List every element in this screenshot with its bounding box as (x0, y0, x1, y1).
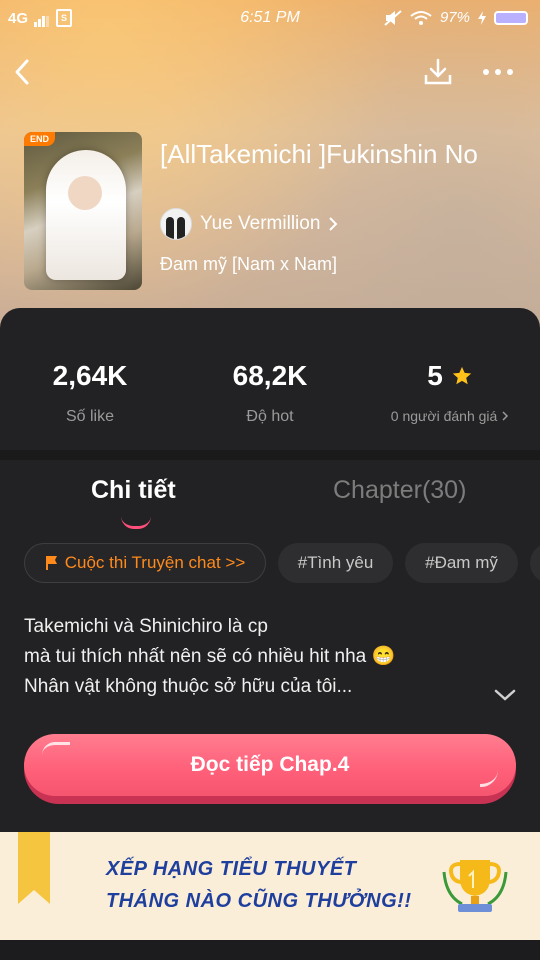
bottom-strip (0, 940, 540, 960)
status-bar: 4G S 6:51 PM 97% (0, 0, 540, 36)
chevron-right-icon (329, 217, 338, 231)
tag-chip-more[interactable] (530, 543, 540, 583)
tag-chip-love[interactable]: #Tình yêu (278, 543, 393, 583)
stat-hot-value: 68,2K (232, 360, 308, 391)
stat-likes-label: Số like (65, 408, 115, 425)
end-badge: END (24, 132, 56, 146)
chevron-down-icon (494, 689, 516, 701)
stat-rating-label-row: 0 người đánh giá (360, 408, 540, 424)
battery-percent: 97% (439, 9, 470, 26)
back-button[interactable] (2, 52, 42, 92)
battery-icon (494, 10, 528, 25)
mute-icon (384, 9, 402, 26)
trophy-icon (442, 860, 508, 912)
continue-reading-button[interactable]: Đọc tiếp Chap.4 (24, 734, 516, 804)
stat-rating-value-row: 5 (360, 360, 540, 392)
description-line: mà tui thích nhất nên sẽ có nhiều hit nh… (24, 646, 396, 667)
bookmark-ribbon-icon (18, 832, 50, 904)
book-genre: Đam mỹ [Nam x Nam] (160, 254, 338, 274)
download-button[interactable] (418, 52, 458, 92)
description-line: Nhân vật không thuộc sở hữu của tôi... (24, 676, 353, 697)
author-avatar (160, 208, 192, 240)
description-line: Takemichi và Shinichiro là cp (24, 616, 268, 637)
more-icon (483, 69, 513, 75)
tab-details[interactable]: Chi tiết (91, 476, 176, 505)
author-row[interactable]: Yue Vermillion (160, 208, 338, 240)
download-icon (424, 58, 452, 85)
continue-reading-label: Đọc tiếp Chap.4 (190, 753, 350, 776)
tab-chapters[interactable]: Chapter(30) (333, 476, 466, 505)
cover-face (68, 176, 102, 210)
book-title: [AllTakemichi ]Fukinshin No (160, 139, 478, 169)
tag-chip-bl[interactable]: #Đam mỹ (405, 543, 518, 583)
cover-figure (46, 150, 126, 280)
contest-chip[interactable]: Cuộc thi Truyện chat >> (24, 543, 266, 583)
continue-reading-face: Đọc tiếp Chap.4 (24, 734, 516, 796)
stat-rating[interactable]: 5 0 người đánh giá (360, 360, 540, 424)
banner-line-2: THÁNG NÀO CŨNG THƯỞNG!! (106, 890, 412, 912)
tab-bar: Chi tiết Chapter(30) (0, 472, 540, 529)
stat-hot: 68,2K Độ hot (180, 360, 360, 426)
button-shine (42, 742, 70, 755)
banner-line-1: XẾP HẠNG TIỂU THUYẾT (106, 858, 357, 880)
charging-icon (478, 10, 486, 25)
chevron-right-icon (502, 411, 509, 421)
more-button[interactable] (478, 52, 518, 92)
wifi-icon (410, 10, 432, 25)
stat-rating-label: 0 người đánh giá (390, 408, 498, 424)
tag-chips: Cuộc thi Truyện chat >> #Tình yêu #Đam m… (24, 543, 540, 585)
status-right: 97% (384, 9, 528, 26)
expand-description-button[interactable] (494, 688, 518, 704)
book-cover[interactable]: END (24, 132, 142, 290)
stat-likes: 2,64K Số like (0, 360, 180, 426)
star-icon (452, 366, 471, 385)
flag-icon (45, 556, 57, 570)
ranking-banner[interactable]: XẾP HẠNG TIỂU THUYẾT THÁNG NÀO CŨNG THƯỞ… (0, 832, 540, 940)
section-divider (0, 450, 540, 460)
description: Takemichi và Shinichiro là cp mà tui thí… (24, 612, 494, 702)
author-name: Yue Vermillion (200, 213, 321, 234)
contest-chip-label: Cuộc thi Truyện chat >> (64, 553, 246, 572)
top-nav (0, 52, 540, 92)
stats-row: 2,64K Số like 68,2K Độ hot 5 0 người đán… (0, 340, 540, 450)
stat-rating-value: 5 (427, 360, 443, 391)
stat-likes-value: 2,64K (52, 360, 128, 391)
back-icon (15, 59, 29, 85)
stat-hot-label: Độ hot (246, 408, 294, 425)
